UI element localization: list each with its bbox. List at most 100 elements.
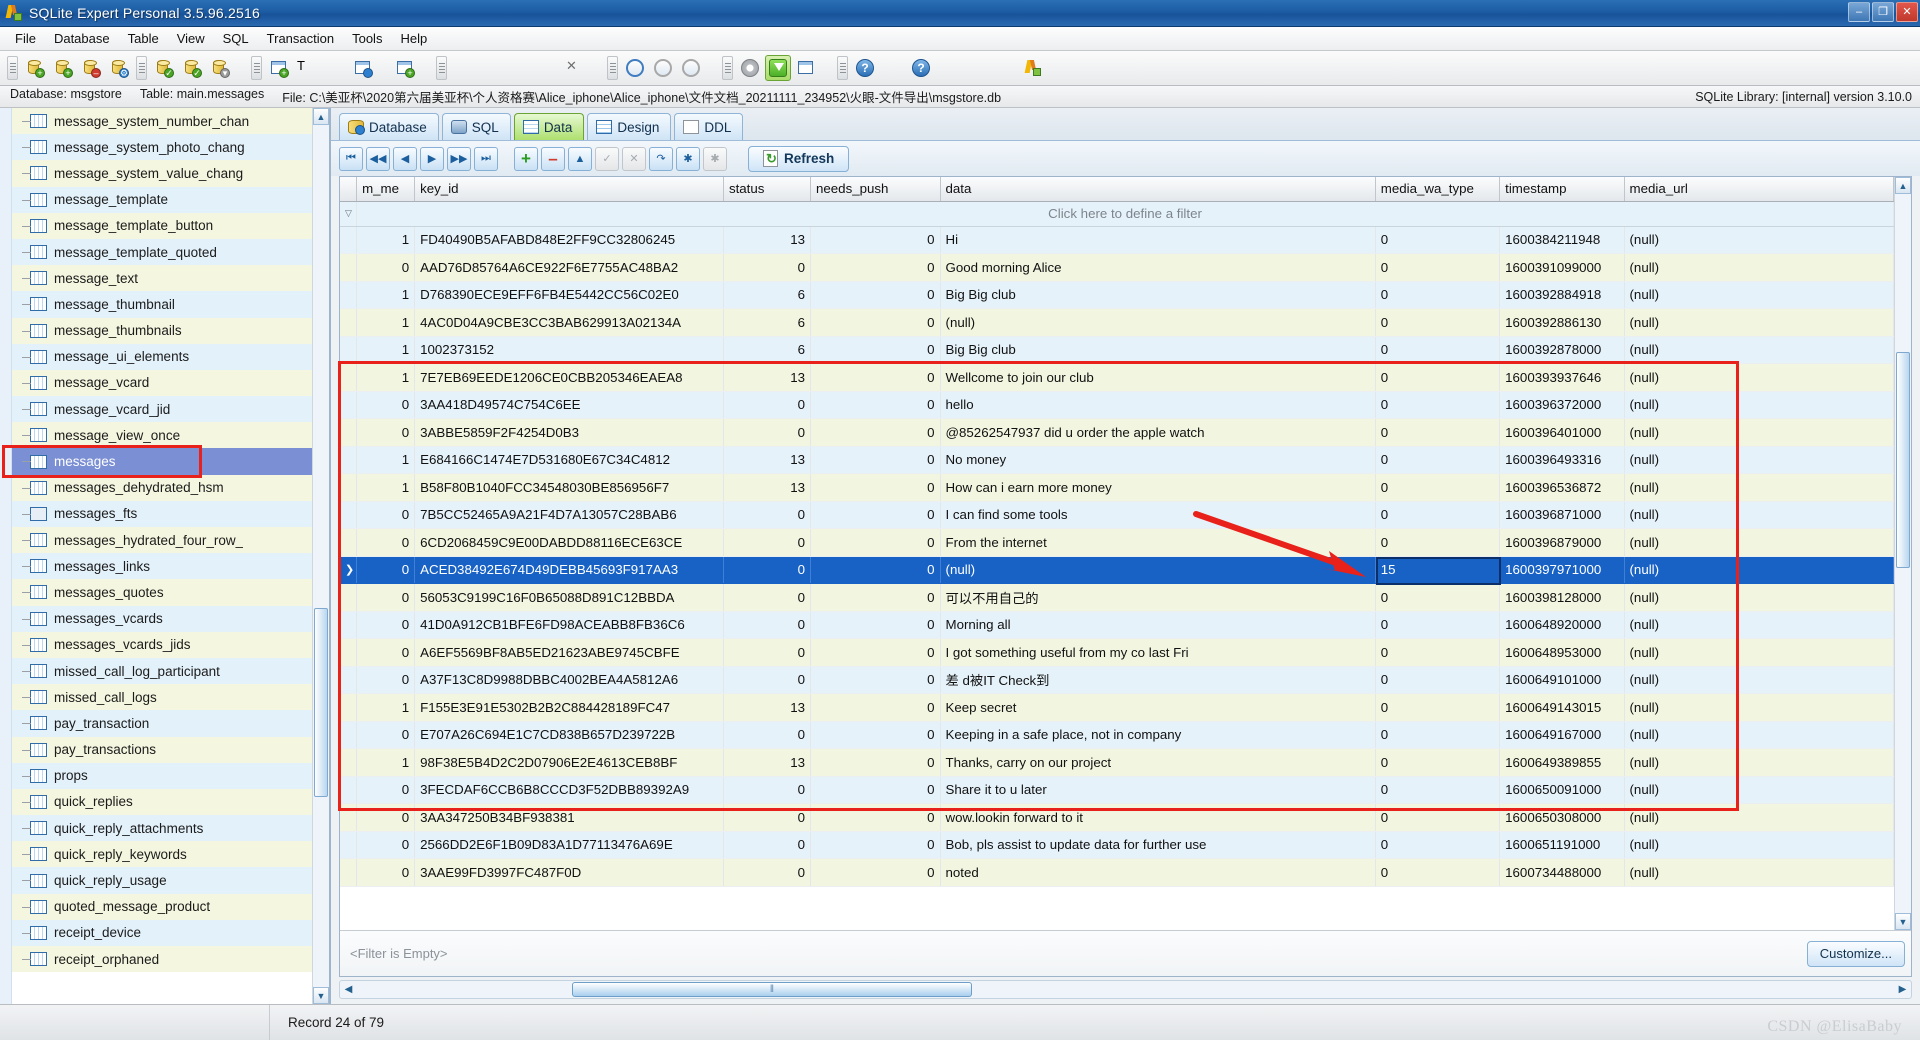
cell-media_url[interactable]: (null)	[1624, 363, 1894, 392]
menu-database[interactable]: Database	[45, 28, 119, 49]
tab-sql[interactable]: SQL	[441, 113, 511, 140]
sidebar-item-messages_quotes[interactable]: messages_quotes	[12, 579, 312, 606]
cell-key_id[interactable]: B58F80B1040FCC34548030BE856956F7	[414, 473, 724, 502]
sidebar-item-messages[interactable]: messages	[12, 448, 312, 475]
cell-media_wa_type[interactable]: 0	[1375, 858, 1501, 887]
tree-scroll-down-button[interactable]: ▼	[313, 987, 329, 1004]
cell-media_wa_type[interactable]: 0	[1375, 748, 1501, 777]
add-database-button[interactable]: +	[50, 55, 76, 81]
sidebar-item-quick_reply_keywords[interactable]: quick_reply_keywords	[12, 841, 312, 868]
next-page-button[interactable]: ▶▶	[447, 146, 471, 171]
table-row[interactable]: 1 FD40490B5AFABD848E2FF9CC32806245 13 0 Hi 0 1…	[340, 226, 1894, 254]
cell-media_wa_type[interactable]: 0	[1375, 776, 1501, 804]
cell-status[interactable]: 0	[723, 666, 811, 694]
cell-status[interactable]: 13	[723, 748, 811, 777]
minimize-button[interactable]: –	[1848, 2, 1870, 22]
sidebar-item-quick_replies[interactable]: quick_replies	[12, 788, 312, 816]
cell-from_me[interactable]: 1	[356, 281, 416, 309]
tree-scroll-thumb[interactable]	[314, 607, 328, 798]
cell-media_wa_type[interactable]: 0	[1375, 446, 1501, 474]
cell-key_id[interactable]: 4AC0D04A9CBE3CC3BAB629913A02134A	[414, 308, 724, 337]
cell-media_wa_type[interactable]: 0	[1375, 253, 1501, 282]
cell-status[interactable]: 0	[723, 611, 811, 639]
cell-key_id[interactable]: 7E7EB69EEDE1206CE0CBB205346EAEA8	[414, 363, 724, 392]
cell-needs_push[interactable]: 0	[810, 363, 941, 392]
commit-button[interactable]	[650, 55, 676, 81]
cell-data[interactable]: Share it to u later	[940, 776, 1376, 804]
sidebar-item-message_template_button[interactable]: message_template_button	[12, 212, 312, 239]
cell-key_id[interactable]: FD40490B5AFABD848E2FF9CC32806245	[414, 226, 724, 254]
grid-scroll-thumb[interactable]	[1896, 352, 1910, 568]
close-button[interactable]: ✕	[1896, 2, 1918, 22]
sidebar-item-message_thumbnail[interactable]: message_thumbnail	[12, 291, 312, 318]
cell-from_me[interactable]: 0	[356, 611, 416, 639]
cell-data[interactable]: Big Big club	[940, 336, 1376, 364]
cell-media_wa_type[interactable]: 0	[1375, 611, 1501, 639]
cell-media_wa_type[interactable]: 0	[1375, 501, 1501, 529]
cell-data[interactable]: 差 d被IT Check到	[940, 666, 1376, 694]
tab-data[interactable]: Data	[513, 113, 585, 140]
cell-media_wa_type[interactable]: 0	[1375, 721, 1501, 749]
cell-status[interactable]: 6	[723, 336, 811, 364]
cell-status[interactable]: 13	[723, 363, 811, 392]
menu-file[interactable]: File	[6, 28, 45, 49]
attach-database-button[interactable]: ✓	[151, 55, 177, 81]
cell-data[interactable]: (null)	[940, 308, 1376, 337]
cell-media_wa_type[interactable]: 0	[1375, 391, 1501, 419]
sidebar-item-quick_reply_usage[interactable]: quick_reply_usage	[12, 867, 312, 894]
hscroll-thumb[interactable]: ‖	[572, 982, 972, 997]
cell-data[interactable]: Thanks, carry on our project	[940, 748, 1376, 777]
cell-from_me[interactable]: 0	[356, 638, 416, 667]
cell-data[interactable]: Wellcome to join our club	[940, 363, 1376, 392]
cell-from_me[interactable]: 0	[356, 803, 416, 832]
cell-media_url[interactable]: (null)	[1624, 721, 1894, 749]
col-header-media-url[interactable]: media_url	[1624, 177, 1894, 202]
col-header-media-wa-type[interactable]: media_wa_type	[1375, 177, 1501, 202]
cell-media_wa_type[interactable]: 0	[1375, 666, 1501, 694]
menu-transaction[interactable]: Transaction	[258, 28, 343, 49]
cell-needs_push[interactable]: 0	[810, 666, 941, 694]
cell-media_url[interactable]: (null)	[1624, 336, 1894, 364]
cell-data[interactable]: noted	[940, 858, 1376, 887]
cell-status[interactable]: 0	[723, 638, 811, 667]
cell-status[interactable]: 0	[723, 391, 811, 419]
cell-from_me[interactable]: 1	[356, 446, 416, 474]
cell-needs_push[interactable]: 0	[810, 611, 941, 639]
cell-media_url[interactable]: (null)	[1624, 391, 1894, 419]
sidebar-item-message_ui_elements[interactable]: message_ui_elements	[12, 343, 312, 370]
cell-key_id[interactable]: 2566DD2E6F1B09D83A1D77113476A69E	[414, 831, 724, 859]
refresh-button[interactable]: Refresh	[748, 145, 850, 172]
cell-media_url[interactable]: (null)	[1624, 858, 1894, 887]
cell-media_url[interactable]: (null)	[1624, 446, 1894, 474]
cell-timestamp[interactable]: 1600396401000	[1499, 418, 1625, 447]
cell-timestamp[interactable]: 1600392884918	[1499, 281, 1625, 309]
database-properties-button[interactable]: ⚙	[106, 55, 132, 81]
hscroll-track[interactable]: ‖	[357, 981, 1894, 998]
sidebar-item-messages_vcards_jids[interactable]: messages_vcards_jids	[12, 631, 312, 658]
cell-status[interactable]: 0	[723, 501, 811, 529]
cell-timestamp[interactable]: 1600651191000	[1499, 831, 1625, 859]
cell-timestamp[interactable]: 1600397971000	[1499, 556, 1625, 584]
table-row[interactable]: 0 3AA347250B34BF938381 0 0 wow.lookin forwar…	[340, 803, 1894, 832]
cell-status[interactable]: 0	[723, 253, 811, 282]
cell-media_wa_type[interactable]: 15	[1375, 556, 1501, 584]
cell-needs_push[interactable]: 0	[810, 831, 941, 859]
cell-key_id[interactable]: 3AAE99FD3997FC487F0D	[414, 858, 724, 887]
menu-table[interactable]: Table	[119, 28, 168, 49]
cell-from_me[interactable]: 0	[356, 666, 416, 694]
cell-key_id[interactable]: 3AA418D49574C754C6EE	[414, 391, 724, 419]
cell-timestamp[interactable]: 1600649101000	[1499, 666, 1625, 694]
sql-cancel-button[interactable]: ✕	[563, 55, 589, 81]
sidebar-item-message_template_quoted[interactable]: message_template_quoted	[12, 238, 312, 266]
cell-data[interactable]: Hi	[940, 226, 1376, 254]
cell-status[interactable]: 6	[723, 308, 811, 337]
cell-media_wa_type[interactable]: 0	[1375, 336, 1501, 364]
cell-media_url[interactable]: (null)	[1624, 666, 1894, 694]
cell-media_wa_type[interactable]: 0	[1375, 363, 1501, 392]
rollback-button[interactable]	[678, 55, 704, 81]
sidebar-item-message_thumbnails[interactable]: message_thumbnails	[12, 317, 312, 344]
data-grid[interactable]: m_me key_id status needs_push data media…	[338, 176, 1912, 977]
cell-from_me[interactable]: 0	[356, 776, 416, 804]
sidebar-item-message_template[interactable]: message_template	[12, 186, 312, 213]
hscroll-left-button[interactable]: ◀	[340, 981, 357, 998]
